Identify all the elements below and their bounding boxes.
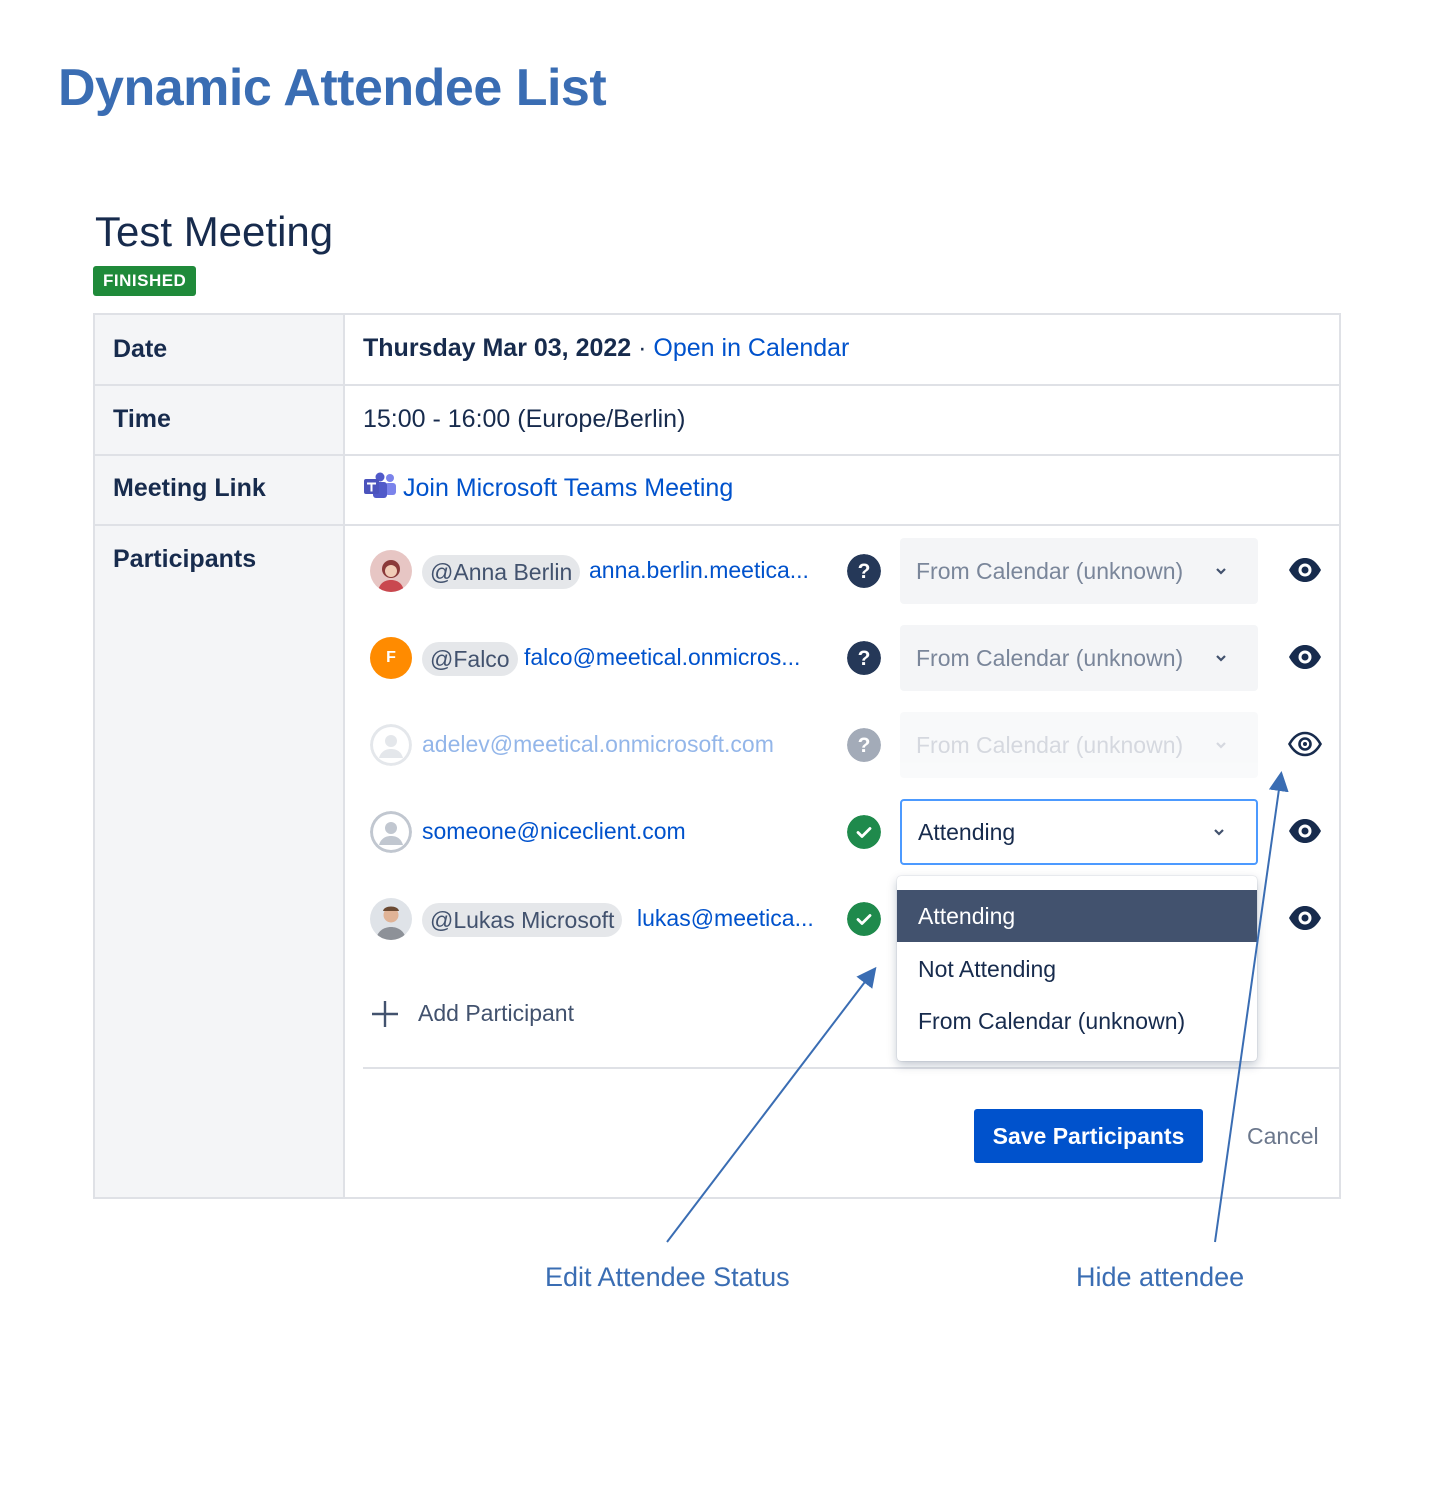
arrow-to-eye <box>1214 771 1289 1243</box>
annotation-edit-status: Edit Attendee Status <box>545 1262 790 1292</box>
arrow-to-status <box>666 966 877 1243</box>
annotation-hide-attendee: Hide attendee <box>1076 1262 1245 1292</box>
